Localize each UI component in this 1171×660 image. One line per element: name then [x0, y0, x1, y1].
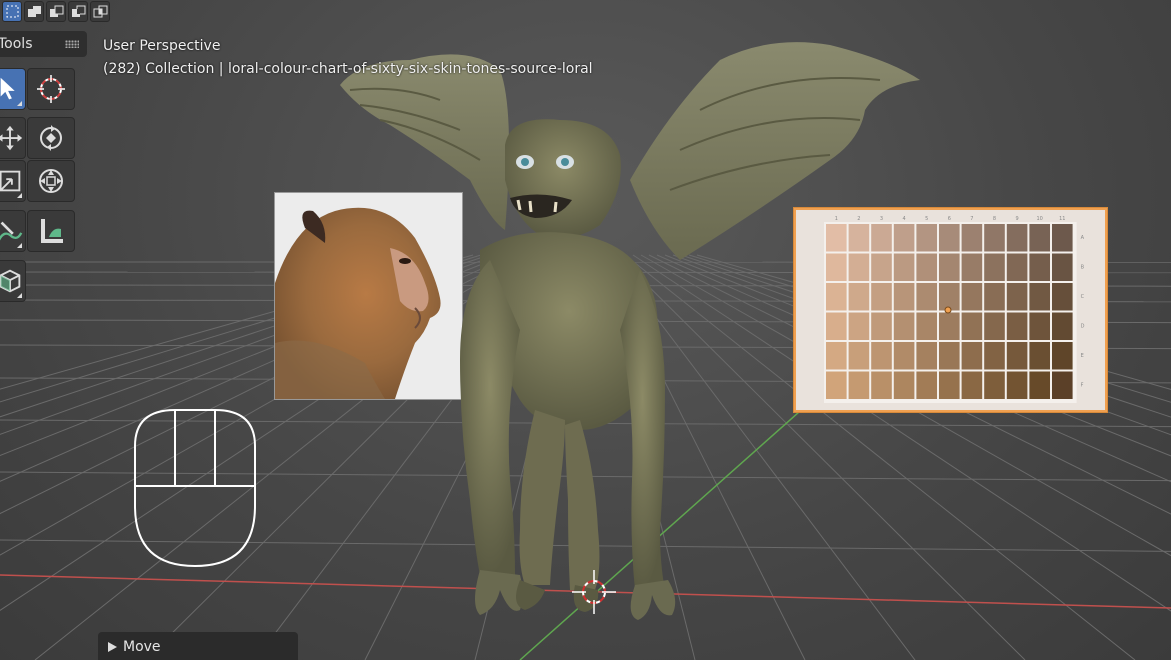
skin-tone-swatch [1052, 253, 1073, 281]
rotate-tool-button[interactable] [27, 117, 75, 159]
skin-tone-swatch [1029, 224, 1050, 252]
move-tool-button[interactable] [0, 117, 26, 159]
skin-tone-swatch [1006, 283, 1028, 311]
skin-tone-swatch [984, 283, 1005, 311]
collection-info-label: (282) Collection | loral-colour-chart-of… [103, 61, 593, 77]
skin-tone-swatch [961, 224, 983, 252]
selection-mode-strip [0, 0, 112, 23]
skin-tone-swatch [1006, 312, 1028, 340]
mode-subtract-icon[interactable] [46, 1, 66, 22]
select-tool-button[interactable] [0, 68, 26, 110]
add-cube-tool-button[interactable] [0, 260, 26, 302]
chart-row-letter: F [1081, 382, 1084, 388]
cursor-tool-icon [37, 75, 65, 103]
skin-tone-swatch [961, 371, 983, 399]
skin-tone-swatch [961, 253, 983, 281]
measure-tool-icon [41, 219, 63, 243]
select-box-mode-icon[interactable] [2, 1, 22, 22]
skin-tone-swatch [939, 283, 960, 311]
3d-viewport[interactable]: 1 2 3 4 5 6 7 8 9 10 11 A B C D E F Tool… [0, 0, 1171, 660]
skin-tone-swatch [1029, 342, 1050, 370]
chart-row-letter: D [1081, 323, 1085, 329]
mode-extend-icon[interactable] [24, 1, 44, 22]
transform-tool-icon [39, 169, 63, 193]
skin-tone-swatch [984, 342, 1005, 370]
chart-column-number: 10 [1037, 216, 1043, 222]
skin-tone-swatch [1052, 342, 1073, 370]
object-origin-dot [944, 306, 952, 314]
rotate-tool-icon [40, 125, 62, 151]
mode-intersect-icon[interactable] [90, 1, 110, 22]
skin-tone-swatch [1052, 224, 1073, 252]
skin-tone-swatch [1029, 253, 1050, 281]
tools-panel-title: Tools [0, 36, 33, 52]
skin-tone-swatch [961, 312, 983, 340]
skin-tone-swatch [939, 253, 960, 281]
transform-tool-button[interactable] [27, 160, 75, 202]
chart-column-number: 11 [1059, 216, 1065, 222]
skin-tone-swatch [1052, 283, 1073, 311]
mouse-buttons-icon [134, 409, 256, 568]
chart-column-number: 9 [1016, 216, 1019, 222]
last-operator-panel[interactable]: Move [98, 632, 298, 660]
measure-tool-button[interactable] [27, 210, 75, 252]
skin-tone-swatch [939, 342, 960, 370]
scale-tool-button[interactable] [0, 160, 26, 202]
operator-label: Move [123, 639, 161, 655]
chart-column-number: 7 [970, 216, 973, 222]
chart-column-number: 6 [948, 216, 951, 222]
cursor-tool-button[interactable] [27, 68, 75, 110]
chart-column-number: 8 [993, 216, 996, 222]
skin-tone-swatch [1006, 253, 1028, 281]
skin-tone-swatch [1029, 371, 1050, 399]
skin-tone-swatch [939, 224, 960, 252]
skin-tone-swatch [1029, 312, 1050, 340]
skin-tone-swatch [1052, 371, 1073, 399]
expand-triangle-icon[interactable] [108, 642, 117, 652]
skin-tone-swatch [984, 224, 1005, 252]
skin-tone-swatch [939, 371, 960, 399]
skin-tone-swatch [1006, 224, 1028, 252]
winged-monkey-model[interactable] [320, 30, 940, 630]
view-name-label: User Perspective [103, 38, 221, 54]
skin-tone-swatch [984, 371, 1005, 399]
tools-panel-header[interactable]: Tools [0, 31, 87, 57]
chart-row-letter: B [1081, 264, 1085, 270]
skin-tone-swatch [1006, 342, 1028, 370]
chart-row-letter: A [1081, 235, 1085, 241]
skin-tone-swatch [984, 253, 1005, 281]
skin-tone-swatch [1052, 312, 1073, 340]
mode-difference-icon[interactable] [68, 1, 88, 22]
skin-tone-swatch [961, 283, 983, 311]
skin-tone-swatch [939, 312, 960, 340]
grip-icon[interactable] [65, 40, 79, 48]
move-tool-icon [0, 125, 23, 151]
chart-row-letter: E [1081, 353, 1084, 359]
skin-tone-swatch [984, 312, 1005, 340]
skin-tone-swatch [1029, 283, 1050, 311]
skin-tone-swatch [961, 342, 983, 370]
annotate-tool-button[interactable] [0, 210, 26, 252]
3d-cursor-icon[interactable] [570, 568, 618, 616]
chart-row-letter: C [1081, 294, 1085, 300]
skin-tone-swatch [1006, 371, 1028, 399]
